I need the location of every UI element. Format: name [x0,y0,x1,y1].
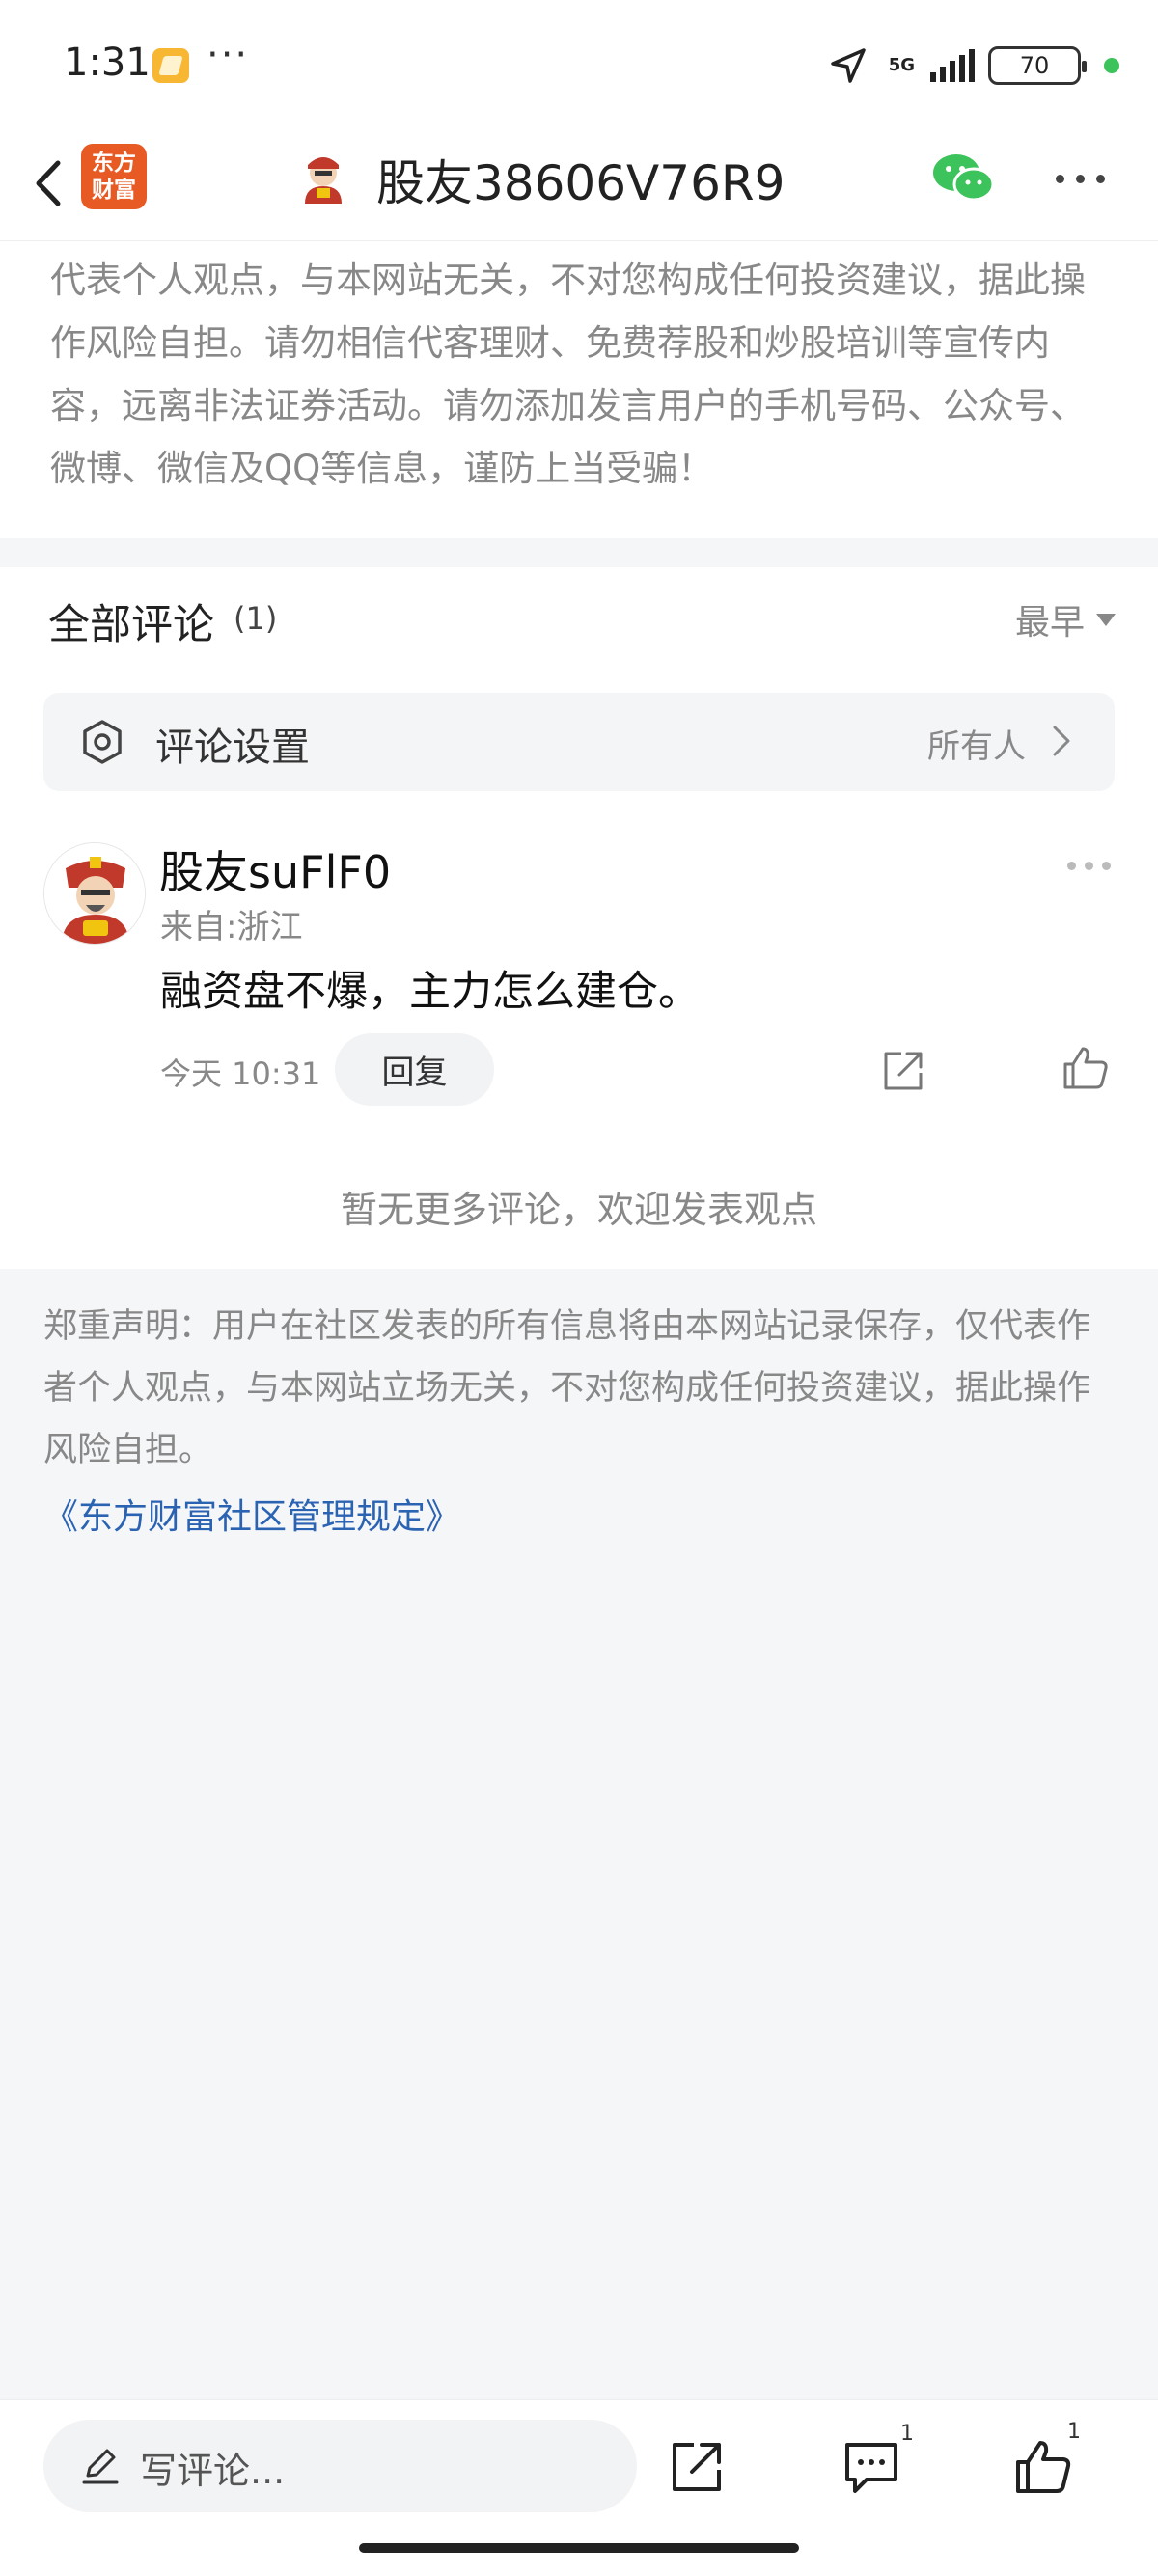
comment-text: 融资盘不爆，主力怎么建仓。 [160,968,700,1016]
god-of-wealth-avatar-icon [44,843,145,944]
thumbs-up-icon[interactable] [1013,2437,1073,2497]
comment-icon[interactable] [841,2439,901,2495]
gear-icon [83,720,122,764]
signal-icon [930,49,975,82]
status-bar: 1:31 ··· 5G 70 [0,0,1158,130]
avatar[interactable] [43,842,146,945]
comment-input-placeholder: 写评论... [140,2450,286,2492]
back-icon[interactable] [21,150,79,217]
pencil-icon [82,2449,119,2484]
status-more-dots: ··· [207,33,250,77]
chevron-right-icon [1053,726,1070,756]
comment-input[interactable]: 写评论... [43,2420,637,2512]
caret-down-icon [1096,613,1116,626]
comment-author[interactable]: 股友suFlF0 [159,837,391,901]
reply-button[interactable]: 回复 [335,1033,494,1106]
thumbs-up-icon[interactable] [1062,1045,1110,1093]
share-icon[interactable] [880,1048,926,1094]
comments-section: 全部评论 (1) 最早 评论设置 所有人 股友suFlF0 来自:浙江 融资盘不… [0,567,1158,1269]
notes-app-icon [152,48,189,83]
home-indicator[interactable] [359,2543,799,2553]
comment-count-badge: 1 [900,2422,914,2446]
comment-time: 今天 10:31 [160,1055,321,1092]
author-avatar-icon[interactable] [295,150,351,206]
comments-title: 全部评论 [48,601,214,649]
sort-label: 最早 [1014,603,1085,643]
comment-location: 来自:浙江 [160,908,303,946]
battery-level: 70 [1019,52,1050,79]
comments-count: (1) [234,600,278,637]
community-rules-link[interactable]: 《东方财富社区管理规定》 [43,1489,460,1539]
comment-more-icon[interactable] [1065,857,1114,876]
wechat-icon[interactable] [930,150,998,207]
location-arrow-icon [830,48,866,83]
privacy-indicator-dot [1104,58,1119,73]
sort-dropdown[interactable]: 最早 [1015,594,1116,644]
legal-statement: 郑重声明：用户在社区发表的所有信息将由本网站记录保存，仅代表作者个人观点，与本网… [43,1307,1091,1469]
share-icon[interactable] [669,2439,725,2495]
bottom-action-bar: 写评论... 1 1 [0,2399,1158,2576]
comment-settings-row[interactable]: 评论设置 所有人 [43,693,1115,791]
no-more-comments: 暂无更多评论，欢迎发表观点 [340,1189,817,1231]
like-count-badge: 1 [1067,2420,1081,2444]
comment-settings-label: 评论设置 [155,726,310,770]
more-icon[interactable] [1052,159,1110,198]
risk-disclaimer: 代表个人观点，与本网站无关，不对您构成任何投资建议，据此操作风险自担。请勿相信代… [0,241,1158,538]
app-logo[interactable]: 东方财富 [81,144,147,209]
battery-icon: 70 [988,46,1087,85]
status-time: 1:31 [64,41,151,85]
page-title: 股友38606V76R9 [376,155,786,211]
network-type: 5G [888,55,915,75]
status-indicators: 5G 70 [829,44,1119,87]
comment-settings-value: 所有人 [927,727,1026,766]
top-nav: 东方财富 股友38606V76R9 [0,130,1158,241]
